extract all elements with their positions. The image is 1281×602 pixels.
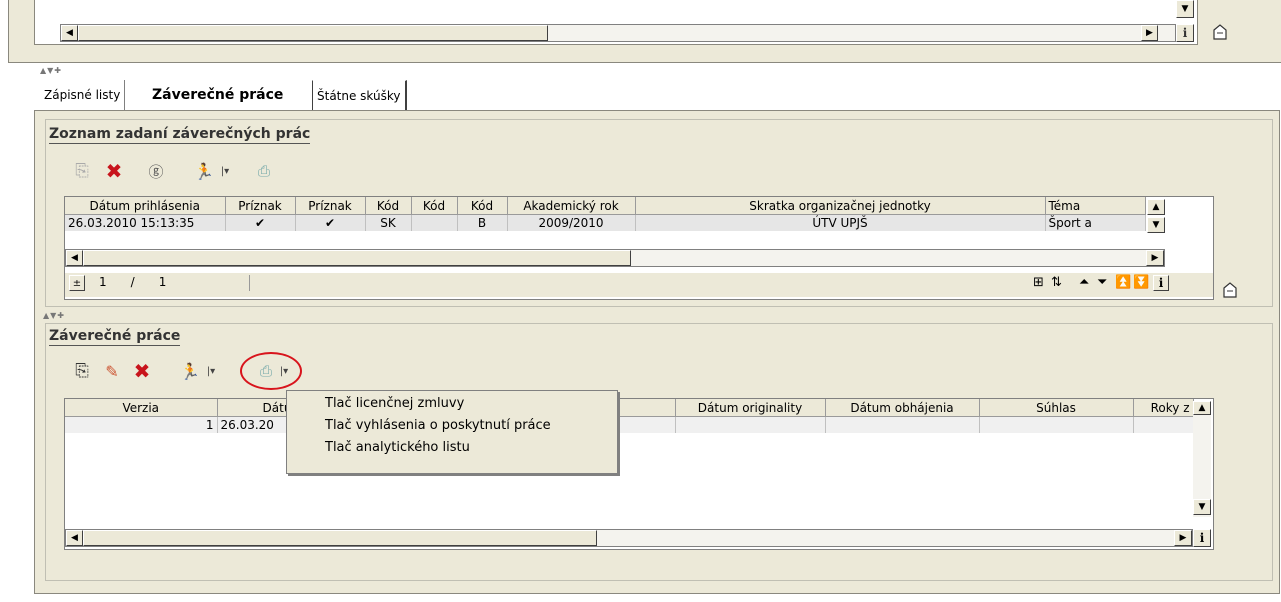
move-top-icon[interactable]: ⏶ bbox=[1079, 275, 1089, 290]
cell-kod-2 bbox=[411, 214, 458, 231]
scroll-thumb[interactable] bbox=[83, 250, 631, 266]
scroll-right-button[interactable]: ▶ bbox=[1141, 25, 1158, 41]
cell-priznak-1: ✔ bbox=[225, 214, 296, 231]
cell-datum-originality bbox=[675, 416, 826, 433]
col-kod-1[interactable]: Kód bbox=[365, 197, 412, 215]
scroll-up-button[interactable]: ▲ bbox=[1193, 401, 1211, 415]
export-icon[interactable] bbox=[1210, 22, 1230, 42]
theses-panel: Záverečné práce ⎘ ✎ ✖ 🏃 |▾ ⎙ |▾ Verzia D… bbox=[45, 323, 1273, 581]
col-skratka[interactable]: Skratka organizačnej jednotky bbox=[635, 197, 1046, 215]
sort-icon[interactable]: ⇅ bbox=[1051, 275, 1062, 290]
assignments-table: Dátum prihlásenia Príznak Príznak Kód Kó… bbox=[65, 197, 1146, 231]
col-kod-3[interactable]: Kód bbox=[457, 197, 508, 215]
grid-view-icon[interactable]: ⊞ bbox=[1033, 275, 1044, 290]
highlight-circle bbox=[240, 352, 302, 390]
add-record-icon[interactable]: ⎘ bbox=[70, 160, 94, 182]
delete-icon[interactable]: ✖ bbox=[102, 159, 126, 183]
assignments-horizontal-scrollbar[interactable]: ◀ ▶ bbox=[65, 249, 1165, 267]
assignments-header-row: Dátum prihlásenia Príznak Príznak Kód Kó… bbox=[65, 197, 1146, 215]
main-panel: Zoznam zadaní záverečných prác ⎘ ✖ ⓖ 🏃 |… bbox=[34, 110, 1280, 594]
col-priznak-2[interactable]: Príznak bbox=[295, 197, 366, 215]
assignments-footer: ± 1 / 1 ⊞ ⇅ ⏶ ⏷ ⏫ ⏬ i bbox=[65, 273, 1213, 297]
add-record-icon[interactable]: ⎘ bbox=[70, 360, 94, 382]
pager-icon[interactable]: ± bbox=[69, 275, 85, 291]
theses-title: Záverečné práce bbox=[49, 328, 181, 346]
assignments-title: Zoznam zadaní záverečných prác bbox=[49, 126, 311, 144]
table-row[interactable]: 1 26.03.20 bbox=[65, 416, 1194, 433]
col-datum-originality[interactable]: Dátum originality bbox=[675, 399, 826, 417]
expand-icon[interactable]: ⏬ bbox=[1133, 275, 1149, 290]
top-horizontal-scrollbar[interactable]: ◀ ▶ bbox=[60, 24, 1176, 42]
cell-kod-1: SK bbox=[365, 214, 412, 231]
splitter-icon[interactable]: ▲▼✚ bbox=[40, 66, 62, 75]
run-action-dropdown-icon[interactable]: |▾ bbox=[202, 362, 220, 380]
top-scroll-up-button[interactable]: ▼ bbox=[1176, 0, 1194, 18]
assignments-grid: Dátum prihlásenia Príznak Príznak Kód Kó… bbox=[64, 196, 1214, 300]
theses-table: Verzia Dátu ZP Dátum originality Dátum o… bbox=[65, 399, 1194, 433]
scroll-left-button[interactable]: ◀ bbox=[61, 25, 78, 41]
scroll-thumb[interactable] bbox=[83, 530, 597, 546]
cell-roky bbox=[1133, 416, 1194, 433]
tab-zapisne-listy[interactable]: Zápisné listy bbox=[40, 80, 126, 110]
run-action-dropdown-icon[interactable]: |▾ bbox=[216, 162, 234, 180]
tab-zaverecne-prace[interactable]: Záverečné práce bbox=[148, 80, 287, 110]
theses-grid: Verzia Dátu ZP Dátum originality Dátum o… bbox=[64, 398, 1214, 550]
move-bottom-icon[interactable]: ⏷ bbox=[1097, 275, 1107, 290]
col-datum-obhajenia[interactable]: Dátum obhájenia bbox=[825, 399, 980, 417]
print-icon[interactable]: ⎙ bbox=[252, 160, 276, 182]
cell-tema: Šport a bbox=[1045, 214, 1146, 231]
scroll-thumb[interactable] bbox=[78, 25, 548, 41]
info-button[interactable]: i bbox=[1153, 275, 1169, 291]
col-verzia[interactable]: Verzia bbox=[65, 399, 218, 417]
delete-icon[interactable]: ✖ bbox=[130, 359, 154, 383]
collapse-icon[interactable]: ⏫ bbox=[1115, 275, 1131, 290]
assignments-vertical-scrollbar[interactable]: ▲ ▼ bbox=[1145, 197, 1167, 237]
run-action-icon[interactable]: 🏃 bbox=[178, 360, 202, 382]
col-priznak-1[interactable]: Príznak bbox=[225, 197, 296, 215]
edit-icon[interactable]: ✎ bbox=[100, 360, 124, 382]
splitter-icon[interactable]: ▲▼✚ bbox=[43, 311, 65, 320]
top-info-button[interactable]: i bbox=[1176, 24, 1194, 42]
pager-current: 1 bbox=[99, 275, 107, 289]
scroll-right-button[interactable]: ▶ bbox=[1146, 250, 1164, 266]
pager-total: 1 bbox=[158, 275, 167, 289]
scroll-up-button[interactable]: ▲ bbox=[1147, 199, 1165, 215]
table-row[interactable]: 26.03.2010 15:13:35 ✔ ✔ SK B 2009/2010 Ú… bbox=[65, 214, 1146, 231]
pager: 1 / 1 bbox=[87, 275, 250, 291]
cell-akademicky-rok: 2009/2010 bbox=[507, 214, 636, 231]
scroll-down-button[interactable]: ▼ bbox=[1193, 499, 1211, 515]
theses-header-row: Verzia Dátu ZP Dátum originality Dátum o… bbox=[65, 399, 1194, 417]
col-suhlas[interactable]: Súhlas bbox=[979, 399, 1134, 417]
menu-item-licencna-zmluva[interactable]: Tlač licenčnej zmluvy bbox=[287, 393, 617, 415]
scroll-right-button[interactable]: ▶ bbox=[1174, 530, 1192, 546]
cell-kod-3: B bbox=[457, 214, 508, 231]
cell-verzia: 1 bbox=[65, 416, 218, 433]
col-akademicky-rok[interactable]: Akademický rok bbox=[507, 197, 636, 215]
col-datum-prihlasenia[interactable]: Dátum prihlásenia bbox=[65, 197, 226, 215]
info-button[interactable]: i bbox=[1193, 529, 1211, 547]
col-roky[interactable]: Roky z bbox=[1133, 399, 1194, 417]
pager-separator: / bbox=[130, 275, 135, 289]
cell-datum: 26.03.2010 15:13:35 bbox=[65, 214, 226, 231]
menu-item-vyhlasenie[interactable]: Tlač vyhlásenia o poskytnutí práce bbox=[287, 415, 617, 437]
col-tema[interactable]: Téma bbox=[1045, 197, 1146, 215]
cell-datum-obhajenia bbox=[825, 416, 980, 433]
scroll-down-button[interactable]: ▼ bbox=[1147, 217, 1165, 233]
menu-item-analyticky-list[interactable]: Tlač analytického listu bbox=[287, 437, 617, 459]
theses-horizontal-scrollbar[interactable]: ◀ ▶ bbox=[65, 529, 1193, 547]
scroll-left-button[interactable]: ◀ bbox=[66, 250, 83, 266]
print-dropdown-menu: Tlač licenčnej zmluvy Tlač vyhlásenia o … bbox=[286, 390, 618, 474]
assignments-panel: Zoznam zadaní záverečných prác ⎘ ✖ ⓖ 🏃 |… bbox=[45, 119, 1273, 307]
tab-statne-skusky[interactable]: Štátne skúšky bbox=[312, 80, 407, 110]
cell-suhlas bbox=[979, 416, 1134, 433]
cell-priznak-2: ✔ bbox=[295, 214, 366, 231]
glasses-icon[interactable]: ⓖ bbox=[142, 160, 170, 182]
col-kod-2[interactable]: Kód bbox=[411, 197, 458, 215]
export-icon[interactable] bbox=[1220, 280, 1240, 300]
cell-skratka: ÚTV UPJŠ bbox=[635, 214, 1046, 231]
run-action-icon[interactable]: 🏃 bbox=[192, 160, 216, 182]
scroll-left-button[interactable]: ◀ bbox=[66, 530, 83, 546]
